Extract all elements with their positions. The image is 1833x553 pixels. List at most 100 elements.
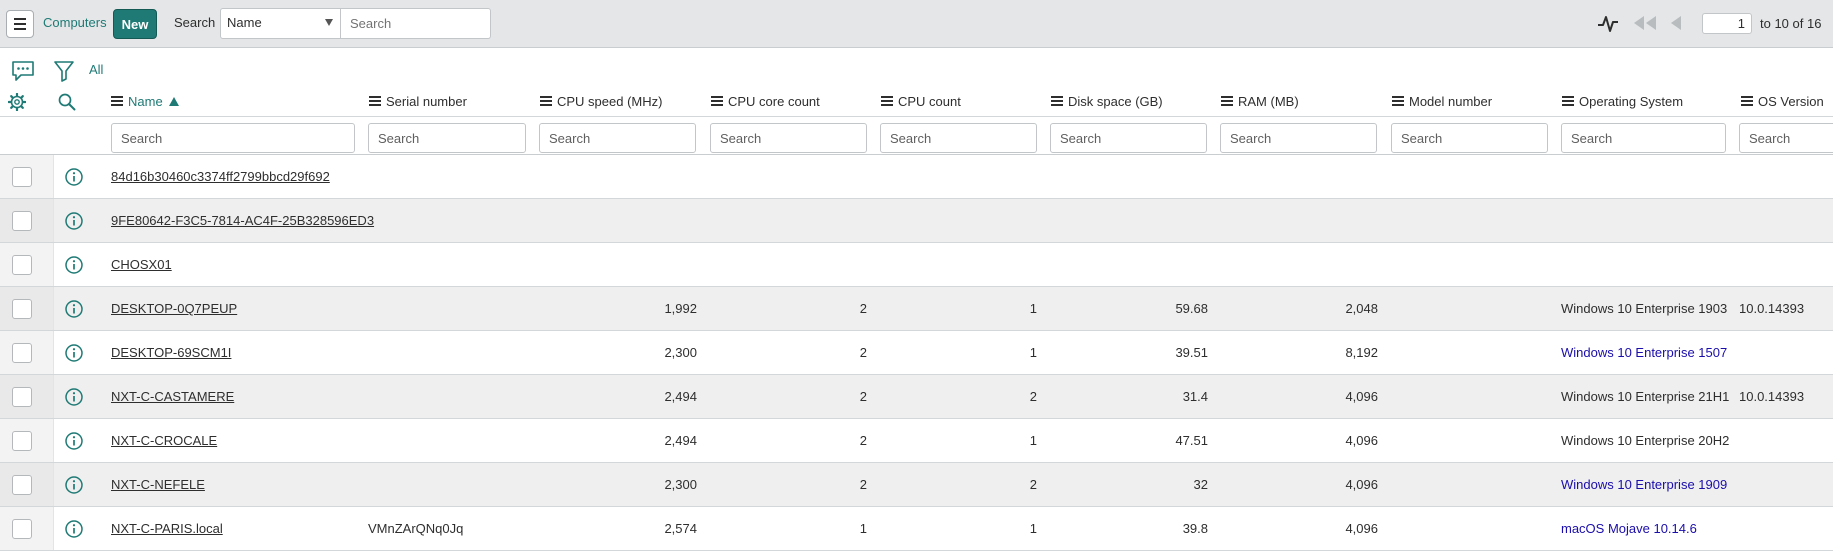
row-select-cell (0, 331, 54, 374)
cpu-core-count-search-input[interactable] (710, 123, 867, 153)
table-row[interactable]: NXT-C-NEFELE 2,300 2 2 32 4,096 Windows 10 Ent… (0, 463, 1833, 507)
table-row[interactable]: NXT-C-PARIS.local VMnZArQNq0Jq 2,574 1 1 39.8… (0, 507, 1833, 551)
row-checkbox[interactable] (12, 431, 32, 451)
column-header-operating-system[interactable]: Operating System (1562, 93, 1683, 109)
column-header-ram[interactable]: RAM (MB) (1221, 93, 1299, 109)
ram-search-input[interactable] (1220, 123, 1377, 153)
column-header-cpu-core-count[interactable]: CPU core count (711, 93, 820, 109)
table-row[interactable]: DESKTOP-0Q7PEUP 1,992 2 1 59.68 2,048 Windows … (0, 287, 1833, 331)
name-cell[interactable]: 84d16b30460c3374ff2799bbcd29f692 (111, 169, 330, 184)
column-menu-icon[interactable] (540, 96, 552, 106)
column-menu-icon[interactable] (1221, 96, 1233, 106)
name-cell[interactable]: 9FE80642-F3C5-7814-AC4F-25B328596ED3 (111, 213, 374, 228)
cpu-count-cell: 1 (1029, 433, 1037, 448)
previous-page-icon[interactable] (1670, 16, 1682, 30)
column-label: OS Version (1758, 93, 1824, 109)
column-header-disk-space[interactable]: Disk space (GB) (1051, 93, 1163, 109)
ram-cell: 4,096 (1345, 433, 1378, 448)
column-label: CPU count (898, 93, 961, 109)
search-icon[interactable] (58, 93, 76, 111)
filter-breadcrumb-all[interactable]: All (89, 62, 103, 77)
comment-icon[interactable] (11, 60, 35, 82)
row-checkbox[interactable] (12, 299, 32, 319)
operating-system-cell[interactable]: Windows 10 Enterprise 1909 (1561, 477, 1727, 492)
cpu-core-count-cell: 2 (859, 433, 867, 448)
info-icon[interactable] (65, 388, 83, 406)
filter-icon[interactable] (53, 60, 75, 82)
disk-space-cell: 59.68 (1175, 301, 1208, 316)
menu-icon[interactable] (6, 10, 34, 38)
row-checkbox[interactable] (12, 475, 32, 495)
row-checkbox[interactable] (12, 255, 32, 275)
column-header-name[interactable]: Name (111, 93, 179, 109)
cpu-speed-search-input[interactable] (539, 123, 696, 153)
table-row[interactable]: NXT-C-CASTAMERE 2,494 2 2 31.4 4,096 Windows 1… (0, 375, 1833, 419)
operating-system-cell[interactable]: Windows 10 Enterprise 1507 (1561, 345, 1727, 360)
info-icon[interactable] (65, 300, 83, 318)
cpu-count-cell: 1 (1029, 345, 1037, 360)
first-page-icon[interactable] (1633, 16, 1657, 30)
column-menu-icon[interactable] (1051, 96, 1063, 106)
row-checkbox[interactable] (12, 167, 32, 187)
row-checkbox[interactable] (12, 387, 32, 407)
column-label: Operating System (1579, 93, 1684, 109)
name-cell[interactable]: NXT-C-CASTAMERE (111, 389, 234, 404)
column-menu-icon[interactable] (111, 96, 123, 106)
column-header-serial-number[interactable]: Serial number (369, 93, 467, 109)
info-icon[interactable] (65, 476, 83, 494)
list-title[interactable]: Computers (43, 15, 107, 30)
table-row[interactable]: 9FE80642-F3C5-7814-AC4F-25B328596ED3 (0, 199, 1833, 243)
new-button[interactable]: New (113, 9, 157, 39)
info-icon[interactable] (65, 212, 83, 230)
column-header-os-version[interactable]: OS Version (1741, 93, 1824, 109)
table-row[interactable]: NXT-C-CROCALE 2,494 2 1 47.51 4,096 Windows 10… (0, 419, 1833, 463)
info-icon[interactable] (65, 256, 83, 274)
cpu-speed-cell: 2,494 (664, 433, 697, 448)
disk-space-cell: 39.8 (1182, 521, 1208, 536)
row-checkbox[interactable] (12, 343, 32, 363)
column-menu-icon[interactable] (1741, 96, 1753, 106)
search-field-select[interactable]: Name (220, 8, 341, 39)
column-menu-icon[interactable] (369, 96, 381, 106)
column-menu-icon[interactable] (881, 96, 893, 106)
operating-system-cell: Windows 10 Enterprise 21H1 (1561, 389, 1730, 404)
name-search-input[interactable] (111, 123, 355, 153)
page-number-input[interactable] (1702, 13, 1752, 34)
os-version-search-input[interactable] (1739, 123, 1833, 153)
model-number-search-input[interactable] (1391, 123, 1548, 153)
serial-number-search-input[interactable] (368, 123, 526, 153)
table-row[interactable]: CHOSX01 (0, 243, 1833, 287)
info-icon[interactable] (65, 168, 83, 186)
list-search-input[interactable] (341, 8, 491, 39)
row-select-cell (0, 507, 54, 550)
column-menu-icon[interactable] (1562, 96, 1574, 106)
operating-system-search-input[interactable] (1561, 123, 1726, 153)
activity-icon[interactable] (1597, 12, 1619, 34)
row-checkbox[interactable] (12, 519, 32, 539)
row-checkbox[interactable] (12, 211, 32, 231)
column-menu-icon[interactable] (1392, 96, 1404, 106)
name-cell[interactable]: DESKTOP-69SCM1I (111, 345, 231, 360)
gear-icon[interactable] (8, 93, 26, 111)
column-header-cpu-speed[interactable]: CPU speed (MHz) (540, 93, 662, 109)
name-cell[interactable]: CHOSX01 (111, 257, 172, 272)
operating-system-cell[interactable]: macOS Mojave 10.14.6 (1561, 521, 1697, 536)
cpu-count-cell: 2 (1029, 389, 1037, 404)
name-cell[interactable]: DESKTOP-0Q7PEUP (111, 301, 237, 316)
column-header-model-number[interactable]: Model number (1392, 93, 1492, 109)
cpu-core-count-cell: 1 (859, 521, 867, 536)
column-menu-icon[interactable] (711, 96, 723, 106)
info-icon[interactable] (65, 520, 83, 538)
disk-space-search-input[interactable] (1050, 123, 1207, 153)
name-cell[interactable]: NXT-C-CROCALE (111, 433, 217, 448)
row-select-cell (0, 199, 54, 242)
table-row[interactable]: 84d16b30460c3374ff2799bbcd29f692 (0, 155, 1833, 199)
info-icon[interactable] (65, 344, 83, 362)
name-cell[interactable]: NXT-C-PARIS.local (111, 521, 223, 536)
cpu-count-search-input[interactable] (880, 123, 1037, 153)
column-header-cpu-count[interactable]: CPU count (881, 93, 961, 109)
cpu-speed-cell: 2,494 (664, 389, 697, 404)
name-cell[interactable]: NXT-C-NEFELE (111, 477, 205, 492)
table-row[interactable]: DESKTOP-69SCM1I 2,300 2 1 39.51 8,192 Windows … (0, 331, 1833, 375)
info-icon[interactable] (65, 432, 83, 450)
